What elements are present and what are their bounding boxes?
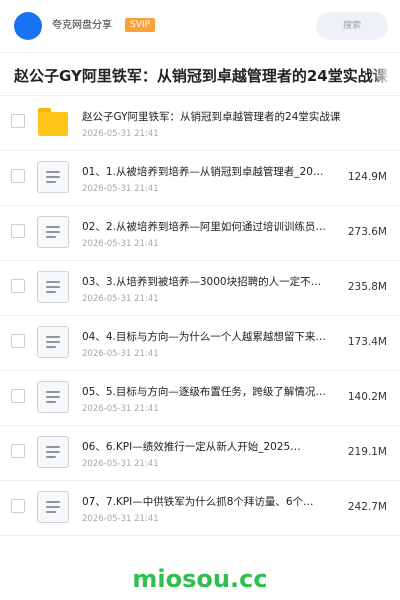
file-date: 2026-05-31 21:41 (82, 294, 159, 304)
row-checkbox[interactable] (11, 389, 25, 403)
title-row: 赵公子GY阿里铁军：从销冠到卓越管理者的24堂实战课 (0, 58, 400, 94)
file-row[interactable]: 07、7.KPI—中供铁军为什么抓8个拜访量、6个… 2026-05-31 21:… (0, 481, 400, 536)
file-date: 2026-05-31 21:41 (82, 514, 159, 524)
file-row[interactable]: 06、6.KPI—绩效推行一定从新人开始_2025… 2026-05-31 21:… (0, 426, 400, 481)
file-list: 赵公子GY阿里铁军：从销冠到卓越管理者的24堂实战课 2026-05-31 21:… (0, 96, 400, 536)
row-checkbox[interactable] (11, 334, 25, 348)
document-icon (37, 491, 69, 523)
file-size: 173.4M (347, 336, 387, 348)
file-date: 2026-05-31 21:41 (82, 459, 159, 469)
share-title: 夸克网盘分享 (52, 20, 112, 31)
file-name[interactable]: 03、3.从培养到被培养—3000块招聘的人一定不… (82, 275, 328, 289)
row-checkbox[interactable] (11, 499, 25, 513)
folder-icon (38, 108, 68, 136)
file-date: 2026-05-31 21:41 (82, 239, 159, 249)
file-size: 124.9M (347, 171, 387, 183)
file-size: 273.6M (347, 226, 387, 238)
row-checkbox[interactable] (11, 279, 25, 293)
row-checkbox[interactable] (11, 114, 25, 128)
row-checkbox[interactable] (11, 169, 25, 183)
file-size: 140.2M (347, 391, 387, 403)
file-name[interactable]: 赵公子GY阿里铁军：从销冠到卓越管理者的24堂实战课 (82, 110, 382, 124)
file-date: 2026-05-31 21:41 (82, 349, 159, 359)
document-icon (37, 326, 69, 358)
file-row[interactable]: 05、5.目标与方向—逐级布置任务，跨级了解情况_… 2026-05-31 21:… (0, 371, 400, 426)
page-title: 赵公子GY阿里铁军：从销冠到卓越管理者的24堂实战课 (14, 67, 388, 85)
document-icon (37, 216, 69, 248)
file-size: 219.1M (347, 446, 387, 458)
row-checkbox[interactable] (11, 444, 25, 458)
watermark: miosou.cc (132, 565, 268, 593)
title-fade (370, 58, 400, 94)
file-name[interactable]: 06、6.KPI—绩效推行一定从新人开始_2025… (82, 440, 328, 454)
file-row[interactable]: 02、2.从被培养到培养—阿里如何通过培训训练员工… 2026-05-31 21:… (0, 206, 400, 261)
avatar[interactable] (14, 12, 42, 40)
file-date: 2026-05-31 21:41 (82, 129, 159, 139)
file-name[interactable]: 02、2.从被培养到培养—阿里如何通过培训训练员工… (82, 220, 328, 234)
file-row[interactable]: 03、3.从培养到被培养—3000块招聘的人一定不… 2026-05-31 21:… (0, 261, 400, 316)
file-name[interactable]: 04、4.目标与方向—为什么一个人越累越想留下来_… (82, 330, 328, 344)
document-icon (37, 161, 69, 193)
search-input[interactable]: 搜索 (316, 12, 388, 40)
document-icon (37, 436, 69, 468)
document-icon (37, 271, 69, 303)
file-name[interactable]: 01、1.从被培养到培养—从销冠到卓越管理者_2025… (82, 165, 328, 179)
file-date: 2026-05-31 21:41 (82, 184, 159, 194)
file-size: 242.7M (347, 501, 387, 513)
row-checkbox[interactable] (11, 224, 25, 238)
svip-badge: SVIP (125, 18, 155, 32)
file-row[interactable]: 01、1.从被培养到培养—从销冠到卓越管理者_2025… 2026-05-31 2… (0, 151, 400, 206)
file-row[interactable]: 04、4.目标与方向—为什么一个人越累越想留下来_… 2026-05-31 21:… (0, 316, 400, 371)
folder-row[interactable]: 赵公子GY阿里铁军：从销冠到卓越管理者的24堂实战课 2026-05-31 21:… (0, 96, 400, 151)
file-name[interactable]: 07、7.KPI—中供铁军为什么抓8个拜访量、6个… (82, 495, 328, 509)
header-divider (0, 52, 400, 53)
document-icon (37, 381, 69, 413)
file-size: 235.8M (347, 281, 387, 293)
top-bar: 夸克网盘分享 SVIP 搜索 (0, 0, 400, 52)
file-date: 2026-05-31 21:41 (82, 404, 159, 414)
file-name[interactable]: 05、5.目标与方向—逐级布置任务，跨级了解情况_… (82, 385, 328, 399)
